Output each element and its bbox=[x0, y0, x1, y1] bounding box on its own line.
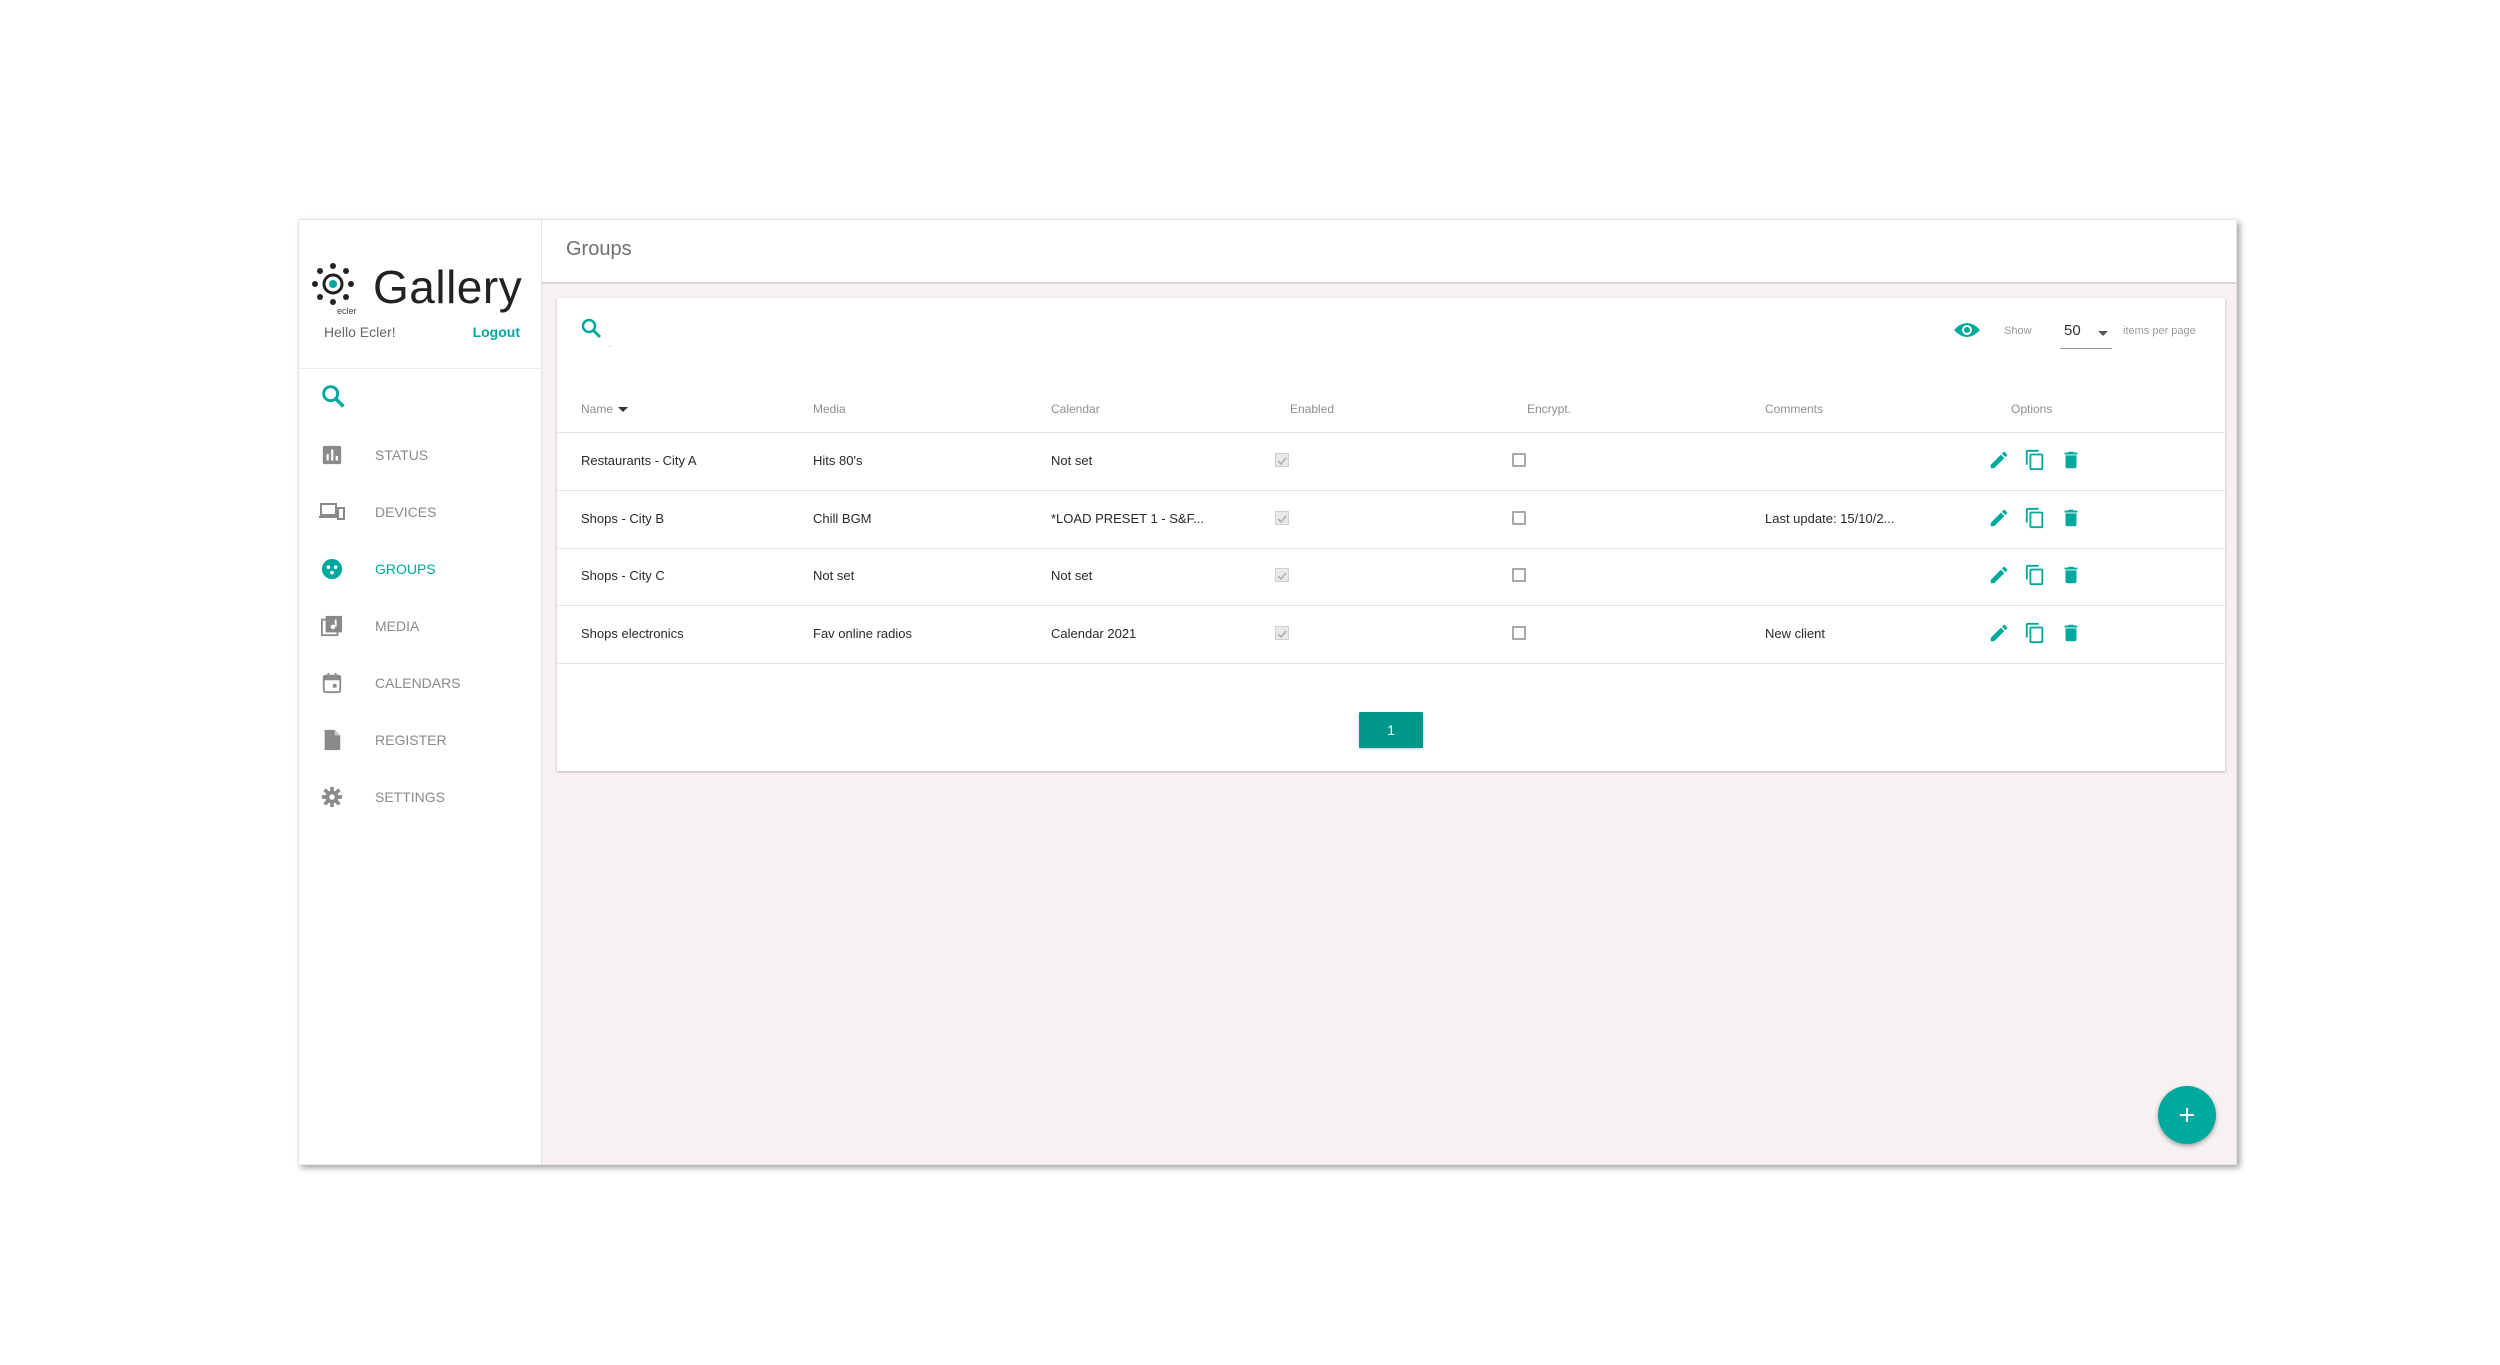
bar-chart-icon bbox=[319, 442, 345, 468]
calendar-icon bbox=[319, 670, 345, 696]
brand-subname: ecler bbox=[337, 306, 357, 316]
groups-icon bbox=[319, 556, 345, 582]
app-window: Gallery ecler Hello Ecler! Logout STATUS… bbox=[298, 219, 2237, 1165]
edit-icon[interactable] bbox=[1988, 507, 2014, 533]
table-header: Name Media Calendar Enabled Encrypt. Com… bbox=[557, 398, 2225, 433]
encrypt-checkbox[interactable] bbox=[1512, 568, 1526, 582]
search-icon[interactable] bbox=[579, 316, 607, 344]
enabled-checkbox[interactable] bbox=[1275, 510, 1289, 525]
column-header-options: Options bbox=[2011, 402, 2053, 416]
document-icon bbox=[319, 727, 345, 753]
items-per-page-select[interactable]: 50 bbox=[2060, 316, 2112, 349]
delete-icon[interactable] bbox=[2060, 507, 2086, 533]
sidebar-item-groups[interactable]: GROUPS bbox=[299, 540, 541, 597]
sidebar-item-label: SETTINGS bbox=[375, 788, 446, 805]
sort-down-icon bbox=[618, 407, 629, 413]
sidebar-nav: STATUS DEVICES GROUPS MEDIA CALENDARS RE… bbox=[299, 426, 541, 825]
edit-icon[interactable] bbox=[1988, 622, 2014, 648]
sidebar-item-label: DEVICES bbox=[375, 503, 437, 520]
cell-calendar: *LOAD PRESET 1 - S&F... bbox=[1051, 510, 1204, 526]
copy-icon[interactable] bbox=[2024, 507, 2050, 533]
sidebar-divider bbox=[299, 368, 541, 369]
groups-card: Show 50 items per page Name Media Calend… bbox=[557, 298, 2225, 771]
cell-calendar: Not set bbox=[1051, 453, 1093, 468]
sidebar-item-label: MEDIA bbox=[375, 617, 420, 634]
column-header-enabled: Enabled bbox=[1290, 402, 1335, 416]
copy-icon[interactable] bbox=[2024, 564, 2050, 590]
sidebar-item-label: CALENDARS bbox=[375, 674, 461, 691]
cell-calendar: Not set bbox=[1051, 568, 1093, 583]
cell-name: Shops - City C bbox=[581, 568, 665, 583]
sidebar-item-status[interactable]: STATUS bbox=[299, 426, 541, 483]
visibility-eye-icon[interactable] bbox=[1953, 318, 1983, 344]
cell-media: Fav online radios bbox=[813, 625, 912, 641]
sidebar-item-label: STATUS bbox=[375, 446, 429, 463]
pagination-page-button[interactable]: 1 bbox=[1359, 712, 1423, 748]
encrypt-checkbox[interactable] bbox=[1512, 510, 1526, 525]
column-header-calendar: Calendar bbox=[1051, 402, 1100, 416]
edit-icon[interactable] bbox=[1988, 449, 2014, 475]
add-group-button[interactable] bbox=[2158, 1086, 2216, 1144]
enabled-checkbox[interactable] bbox=[1275, 453, 1289, 467]
cell-calendar: Calendar 2021 bbox=[1051, 625, 1137, 641]
table-row[interactable]: Shops - City B Chill BGM *LOAD PRESET 1 - … bbox=[557, 491, 2225, 549]
items-per-page-value: 50 bbox=[2064, 322, 2081, 339]
gear-icon bbox=[319, 784, 345, 810]
delete-icon[interactable] bbox=[2060, 449, 2086, 475]
cell-name: Restaurants - City A bbox=[581, 453, 697, 468]
chevron-down-icon bbox=[2098, 331, 2108, 336]
sidebar-item-media[interactable]: MEDIA bbox=[299, 597, 541, 654]
enabled-checkbox[interactable] bbox=[1275, 568, 1289, 582]
plus-icon bbox=[2180, 1108, 2194, 1122]
items-per-page-label: items per page bbox=[2123, 325, 2196, 337]
delete-icon[interactable] bbox=[2060, 564, 2086, 590]
top-bar: Groups bbox=[542, 220, 2236, 284]
encrypt-checkbox[interactable] bbox=[1512, 453, 1526, 467]
delete-icon[interactable] bbox=[2060, 622, 2086, 648]
column-header-name[interactable]: Name bbox=[581, 402, 629, 416]
cell-name: Shops - City B bbox=[581, 510, 665, 526]
brand-name: Gallery bbox=[373, 261, 523, 313]
page-title: Groups bbox=[566, 238, 632, 260]
cell-name: Shops electronics bbox=[581, 625, 684, 641]
search-input-underline[interactable] bbox=[609, 346, 611, 347]
cell-media: Hits 80's bbox=[813, 453, 863, 468]
encrypt-checkbox[interactable] bbox=[1512, 625, 1526, 640]
sidebar-item-calendars[interactable]: CALENDARS bbox=[299, 654, 541, 711]
brand-logo: Gallery ecler bbox=[311, 258, 531, 316]
greeting: Hello Ecler! bbox=[324, 324, 396, 340]
devices-icon bbox=[319, 499, 345, 525]
show-label: Show bbox=[2004, 325, 2032, 337]
logout-link[interactable]: Logout bbox=[473, 324, 520, 340]
sidebar-item-register[interactable]: REGISTER bbox=[299, 711, 541, 768]
enabled-checkbox[interactable] bbox=[1275, 625, 1289, 640]
sidebar-item-label: REGISTER bbox=[375, 731, 447, 748]
sidebar-search-icon[interactable] bbox=[319, 382, 349, 412]
table-row[interactable]: Shops - City C Not set Not set bbox=[557, 548, 2225, 606]
copy-icon[interactable] bbox=[2024, 622, 2050, 648]
column-header-media: Media bbox=[813, 402, 846, 416]
media-library-icon bbox=[319, 613, 345, 639]
table-row[interactable]: Shops electronics Fav online radios Calend… bbox=[557, 606, 2225, 664]
table-row[interactable]: Restaurants - City A Hits 80's Not set bbox=[557, 433, 2225, 491]
sidebar-item-label: GROUPS bbox=[375, 560, 436, 577]
cell-comments: New client bbox=[1765, 625, 1825, 641]
cell-media: Not set bbox=[813, 568, 855, 583]
sidebar-item-devices[interactable]: DEVICES bbox=[299, 483, 541, 540]
column-label: Name bbox=[581, 402, 614, 416]
cell-comments: Last update: 15/10/2... bbox=[1765, 510, 1895, 526]
column-header-comments: Comments bbox=[1765, 402, 1824, 416]
cell-media: Chill BGM bbox=[813, 510, 872, 526]
edit-icon[interactable] bbox=[1988, 564, 2014, 590]
sidebar: Gallery ecler Hello Ecler! Logout STATUS… bbox=[299, 220, 542, 1164]
copy-icon[interactable] bbox=[2024, 449, 2050, 475]
column-header-encrypt: Encrypt. bbox=[1527, 402, 1572, 416]
sidebar-item-settings[interactable]: SETTINGS bbox=[299, 768, 541, 825]
